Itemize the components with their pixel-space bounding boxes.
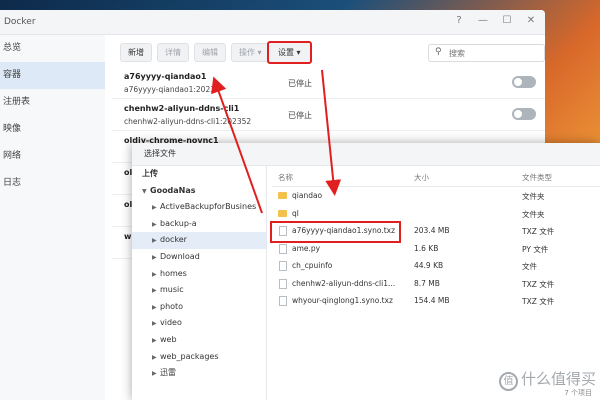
chevron-right-icon[interactable]: ▶ — [152, 316, 160, 332]
chevron-right-icon[interactable]: ▶ — [152, 267, 160, 283]
file-list-header: 名称 大小 文件类型 — [272, 166, 600, 187]
file-icon — [279, 243, 287, 254]
title-bar: Docker ? — ☐ ✕ — [0, 10, 545, 35]
chevron-right-icon[interactable]: ▶ — [152, 217, 160, 233]
file-row[interactable]: chenhw2-aliyun-ddns-cli1... 8.7 MB TXZ 文… — [272, 275, 600, 293]
column-size[interactable]: 大小 — [414, 172, 429, 183]
folder-tree: 上传 ▼ GoodaNas ▶ ActiveBackupforBusines ▶ ba… — [132, 166, 267, 400]
container-name: w — [124, 232, 132, 241]
window-title: Docker — [4, 17, 36, 27]
search-box[interactable]: ⚲ — [428, 44, 545, 62]
folder-icon — [278, 192, 287, 199]
tree-folder-selected[interactable]: ▶ docker — [132, 232, 266, 249]
close-icon[interactable]: ✕ — [525, 15, 537, 26]
tree-folder[interactable]: ▶ 迅雷 — [132, 365, 266, 382]
tree-folder[interactable]: ▶ web — [132, 332, 266, 349]
container-status: 已停止 — [288, 79, 312, 88]
file-row[interactable]: ql 文件夹 — [272, 205, 600, 223]
upload-item[interactable]: 上传 — [132, 166, 266, 183]
nas-root[interactable]: ▼ GoodaNas — [132, 183, 266, 200]
chevron-down-icon[interactable]: ▼ — [142, 184, 150, 200]
select-file-dialog: 选择文件 上传 ▼ GoodaNas ▶ ActiveBackupforBusine… — [132, 143, 600, 400]
tree-folder[interactable]: ▶ ActiveBackupforBusines — [132, 199, 266, 216]
search-icon: ⚲ — [435, 47, 442, 57]
folder-icon — [278, 209, 287, 217]
file-icon — [279, 278, 287, 289]
sidebar-item-container[interactable]: 容器 — [0, 62, 105, 89]
settings-button[interactable]: 设置 ▾ — [267, 41, 312, 64]
container-name: a76yyyy-qiandao1 — [124, 72, 207, 81]
container-row[interactable]: chenhw2-aliyun-ddns-cli1 chenhw2-aliyun-… — [112, 99, 545, 131]
tree-folder[interactable]: ▶ video — [132, 315, 266, 332]
file-row[interactable]: whyour-qinglong1.syno.txz 154.4 MB TXZ 文… — [272, 292, 600, 310]
chevron-right-icon[interactable]: ▶ — [152, 333, 160, 349]
chevron-right-icon[interactable]: ▶ — [152, 200, 160, 216]
edit-button[interactable]: 编辑 — [194, 43, 226, 62]
sidebar-item-network[interactable]: 网络 — [0, 143, 105, 170]
sidebar-item-registry[interactable]: 注册表 — [0, 89, 105, 116]
file-row[interactable]: ch_cpuinfo 44.9 KB 文件 — [272, 257, 600, 275]
chevron-right-icon[interactable]: ▶ — [152, 283, 160, 299]
chevron-right-icon[interactable]: ▶ — [152, 300, 160, 316]
container-row[interactable]: a76yyyy-qiandao1 a76yyyy-qiandao1:2023 已… — [112, 67, 545, 99]
tree-folder[interactable]: ▶ photo — [132, 299, 266, 316]
container-name: ol — [124, 200, 133, 209]
container-toggle[interactable] — [512, 76, 536, 88]
watermark: 值什么值得买 — [498, 368, 596, 391]
action-button[interactable]: 操作 ▾ — [231, 43, 270, 62]
sidebar-item-log[interactable]: 日志 — [0, 170, 105, 197]
chevron-right-icon[interactable]: ▶ — [152, 250, 160, 266]
help-icon[interactable]: ? — [453, 15, 465, 26]
new-button[interactable]: 新增 — [120, 43, 152, 62]
tree-folder[interactable]: ▶ web_packages — [132, 349, 266, 366]
details-button[interactable]: 详情 — [157, 43, 189, 62]
tree-folder[interactable]: ▶ backup-a — [132, 216, 266, 233]
tree-folder[interactable]: ▶ music — [132, 282, 266, 299]
sidebar-item-overview[interactable]: 总览 — [0, 35, 105, 62]
container-toggle[interactable] — [512, 108, 536, 120]
search-input[interactable] — [447, 46, 541, 60]
container-status: 已停止 — [288, 111, 312, 120]
chevron-right-icon[interactable]: ▶ — [152, 366, 160, 382]
container-name: ol — [124, 168, 133, 177]
column-type[interactable]: 文件类型 — [522, 172, 552, 183]
toolbar: 新增 详情 编辑 操作 ▾ 设置 ▾ ⚲ — [112, 35, 545, 67]
file-list: 名称 大小 文件类型 qiandao 文件夹 ql 文件夹 a76yyyy-qi… — [272, 166, 600, 400]
container-image: chenhw2-aliyun-ddns-cli1:202352 — [124, 117, 252, 126]
chevron-right-icon[interactable]: ▶ — [152, 350, 160, 366]
watermark-logo-icon: 值 — [498, 372, 518, 391]
file-icon — [279, 296, 287, 306]
highlight-box — [270, 221, 401, 243]
window-controls: ? — ☐ ✕ — [453, 15, 537, 26]
chevron-right-icon[interactable]: ▶ — [152, 233, 160, 249]
sidebar-item-image[interactable]: 映像 — [0, 116, 105, 143]
minimize-icon[interactable]: — — [477, 15, 489, 26]
file-row[interactable]: qiandao 文件夹 — [272, 187, 600, 205]
maximize-icon[interactable]: ☐ — [501, 15, 513, 26]
container-image: a76yyyy-qiandao1:2023 — [124, 85, 215, 94]
dialog-title: 选择文件 — [132, 143, 600, 166]
sidebar: 总览 容器 注册表 映像 网络 日志 — [0, 35, 105, 400]
container-name: chenhw2-aliyun-ddns-cli1 — [124, 104, 240, 113]
tree-folder[interactable]: ▶ Download — [132, 249, 266, 266]
column-name[interactable]: 名称 — [278, 172, 293, 183]
tree-folder[interactable]: ▶ homes — [132, 266, 266, 283]
file-icon — [279, 261, 287, 271]
